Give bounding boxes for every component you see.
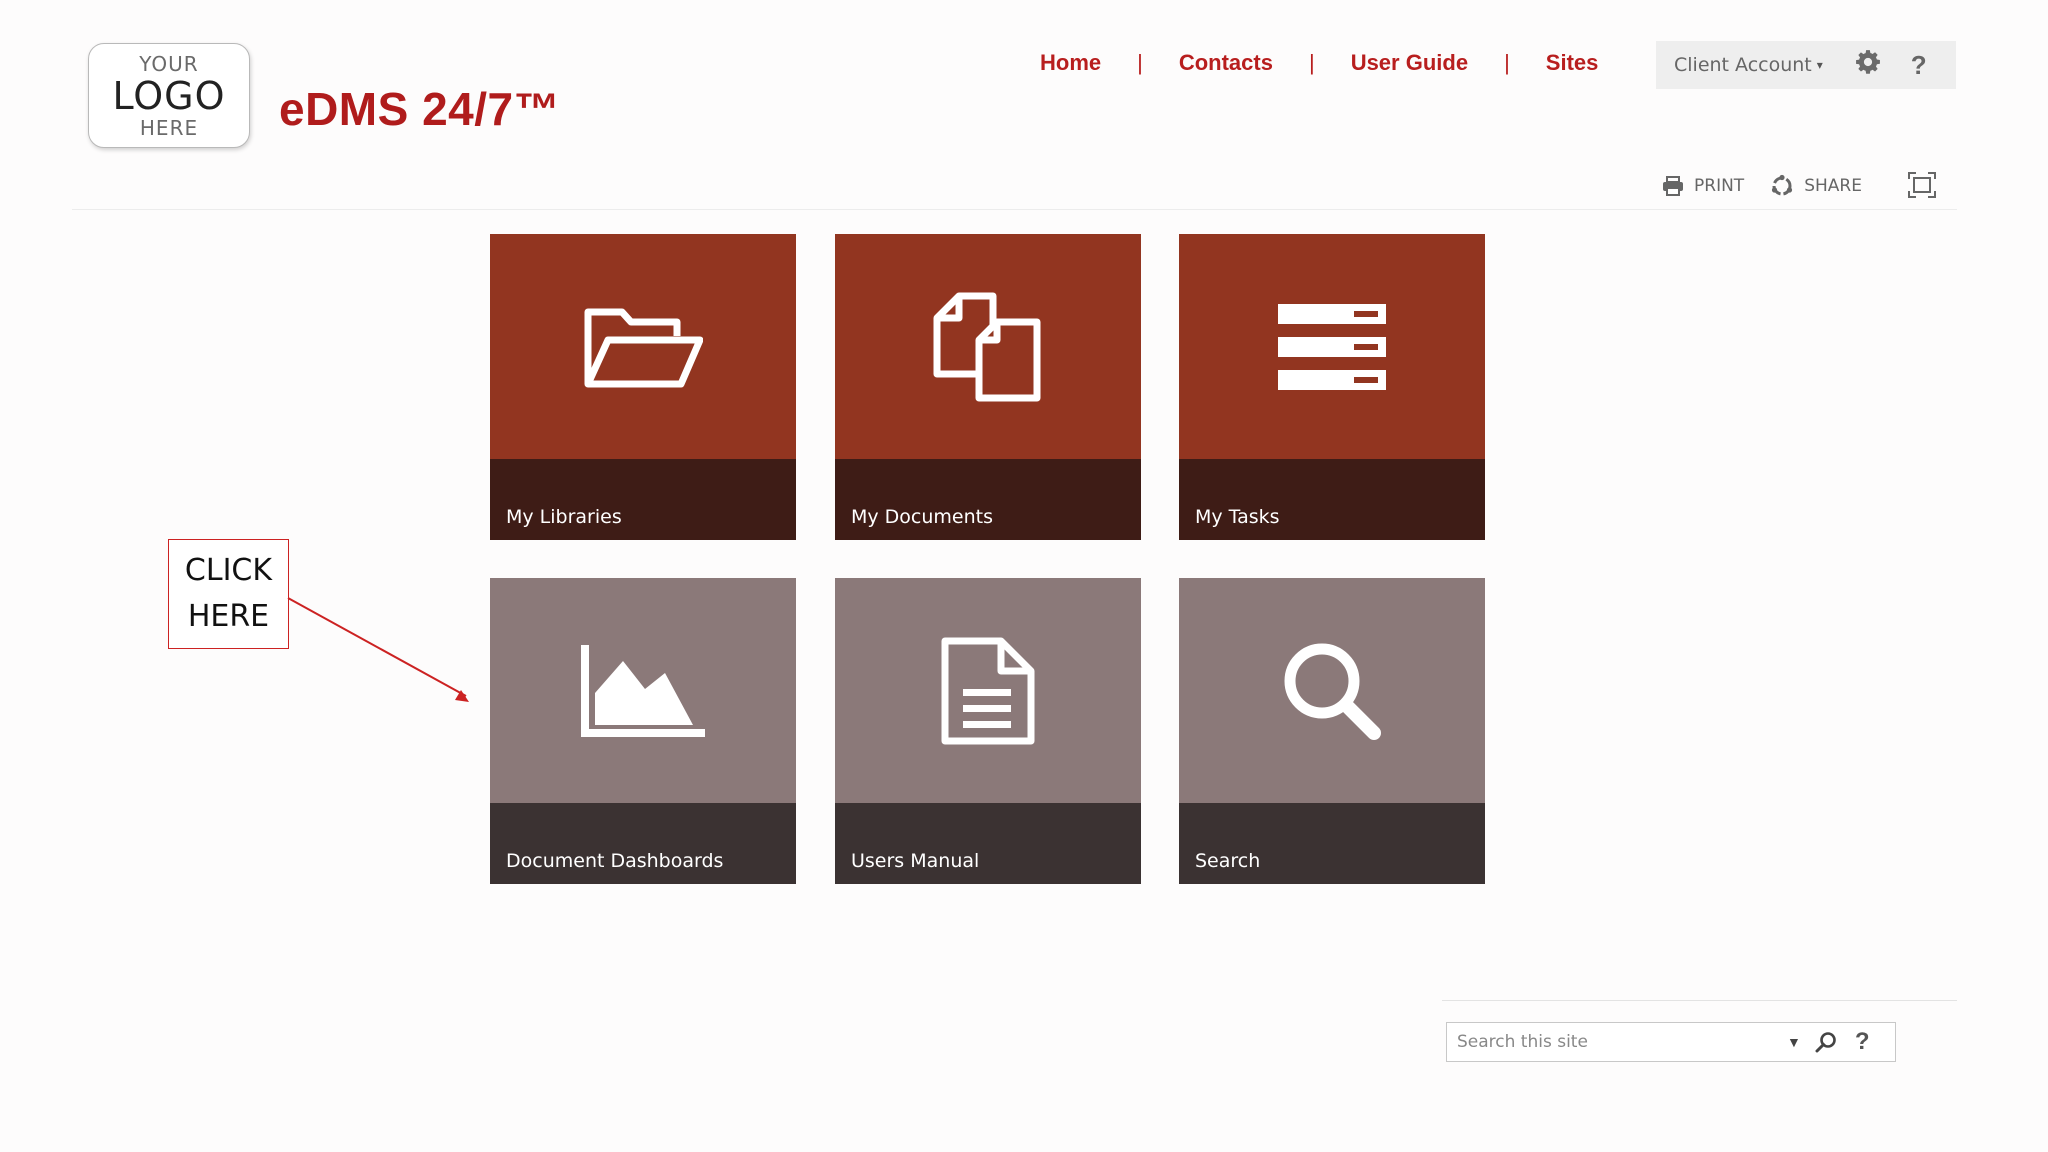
click-here-callout: CLICK HERE xyxy=(168,539,289,649)
tile-footer: My Tasks xyxy=(1179,459,1485,540)
tile-label: My Tasks xyxy=(1195,506,1280,528)
nav-user-guide-link[interactable]: User Guide xyxy=(1351,50,1468,76)
tile-footer: My Documents xyxy=(835,459,1141,540)
site-search-box: ▼ ? xyxy=(1446,1022,1896,1062)
nav-contacts-link[interactable]: Contacts xyxy=(1179,50,1273,76)
header-divider xyxy=(72,209,1957,210)
share-button[interactable]: SHARE xyxy=(1770,174,1862,198)
client-account-menu[interactable]: Client Account xyxy=(1674,54,1812,76)
magnifier-icon xyxy=(1284,643,1381,740)
tile-label: My Documents xyxy=(851,506,994,528)
tile-icon-area xyxy=(1179,578,1485,803)
tile-my-libraries[interactable]: My Libraries xyxy=(490,234,796,540)
tile-icon-area xyxy=(490,234,796,459)
tile-icon-area xyxy=(1179,234,1485,459)
tasks-list-icon xyxy=(1278,303,1386,390)
gear-icon[interactable] xyxy=(1855,49,1881,81)
tile-icon-area xyxy=(835,234,1141,459)
tile-my-documents[interactable]: My Documents xyxy=(835,234,1141,540)
document-text-icon xyxy=(941,637,1035,744)
focus-mode-icon[interactable] xyxy=(1908,172,1936,203)
nav-separator: | xyxy=(1504,50,1510,75)
share-icon xyxy=(1772,174,1793,196)
folder-open-icon xyxy=(584,308,703,387)
documents-copy-icon xyxy=(933,292,1041,401)
tile-footer: Document Dashboards xyxy=(490,803,796,884)
search-scope-dropdown-icon[interactable]: ▼ xyxy=(1787,1034,1801,1050)
search-input[interactable] xyxy=(1447,1023,1777,1061)
page-actions: PRINT SHARE xyxy=(1662,174,1888,198)
tile-icon-area xyxy=(835,578,1141,803)
callout-line-1: CLICK xyxy=(184,553,273,588)
nav-home-link[interactable]: Home xyxy=(1040,50,1101,76)
print-button[interactable]: PRINT xyxy=(1662,176,1744,196)
logo-line-3: HERE xyxy=(139,116,199,140)
search-icon[interactable] xyxy=(1815,1031,1837,1053)
search-help-icon[interactable]: ? xyxy=(1855,1028,1870,1056)
logo: YOUR LOGO HERE xyxy=(88,43,250,148)
logo-line-1: YOUR xyxy=(139,52,199,76)
tile-label: Search xyxy=(1195,850,1261,872)
print-label: PRINT xyxy=(1694,176,1745,196)
logo-line-2: LOGO xyxy=(112,74,226,118)
search-divider xyxy=(1442,1000,1957,1001)
chevron-down-icon[interactable]: ▾ xyxy=(1817,58,1823,72)
tile-label: Document Dashboards xyxy=(506,850,724,872)
tile-users-manual[interactable]: Users Manual xyxy=(835,578,1141,884)
callout-line-2: HERE xyxy=(187,599,270,634)
tile-search[interactable]: Search xyxy=(1179,578,1485,884)
share-label: SHARE xyxy=(1804,176,1862,196)
site-title[interactable]: eDMS 24/7™ xyxy=(279,82,560,136)
nav-separator: | xyxy=(1137,50,1143,75)
tile-footer: My Libraries xyxy=(490,459,796,540)
callout-arrow-icon xyxy=(287,597,469,702)
nav-separator: | xyxy=(1308,50,1315,75)
tile-icon-area xyxy=(490,578,796,803)
nav-sites-link[interactable]: Sites xyxy=(1546,50,1599,76)
printer-icon xyxy=(1663,176,1683,196)
tile-label: Users Manual xyxy=(851,850,980,872)
tile-footer: Users Manual xyxy=(835,803,1141,884)
tile-footer: Search xyxy=(1179,803,1485,884)
top-navigation: Home | Contacts | User Guide | Sites xyxy=(1040,50,1598,76)
tile-my-tasks[interactable]: My Tasks xyxy=(1179,234,1485,540)
account-bar: Client Account ▾ ? xyxy=(1656,41,1956,89)
tile-document-dashboards[interactable]: Document Dashboards xyxy=(490,578,796,884)
area-chart-icon xyxy=(581,644,705,737)
tile-label: My Libraries xyxy=(506,506,622,528)
help-icon[interactable]: ? xyxy=(1911,50,1927,81)
